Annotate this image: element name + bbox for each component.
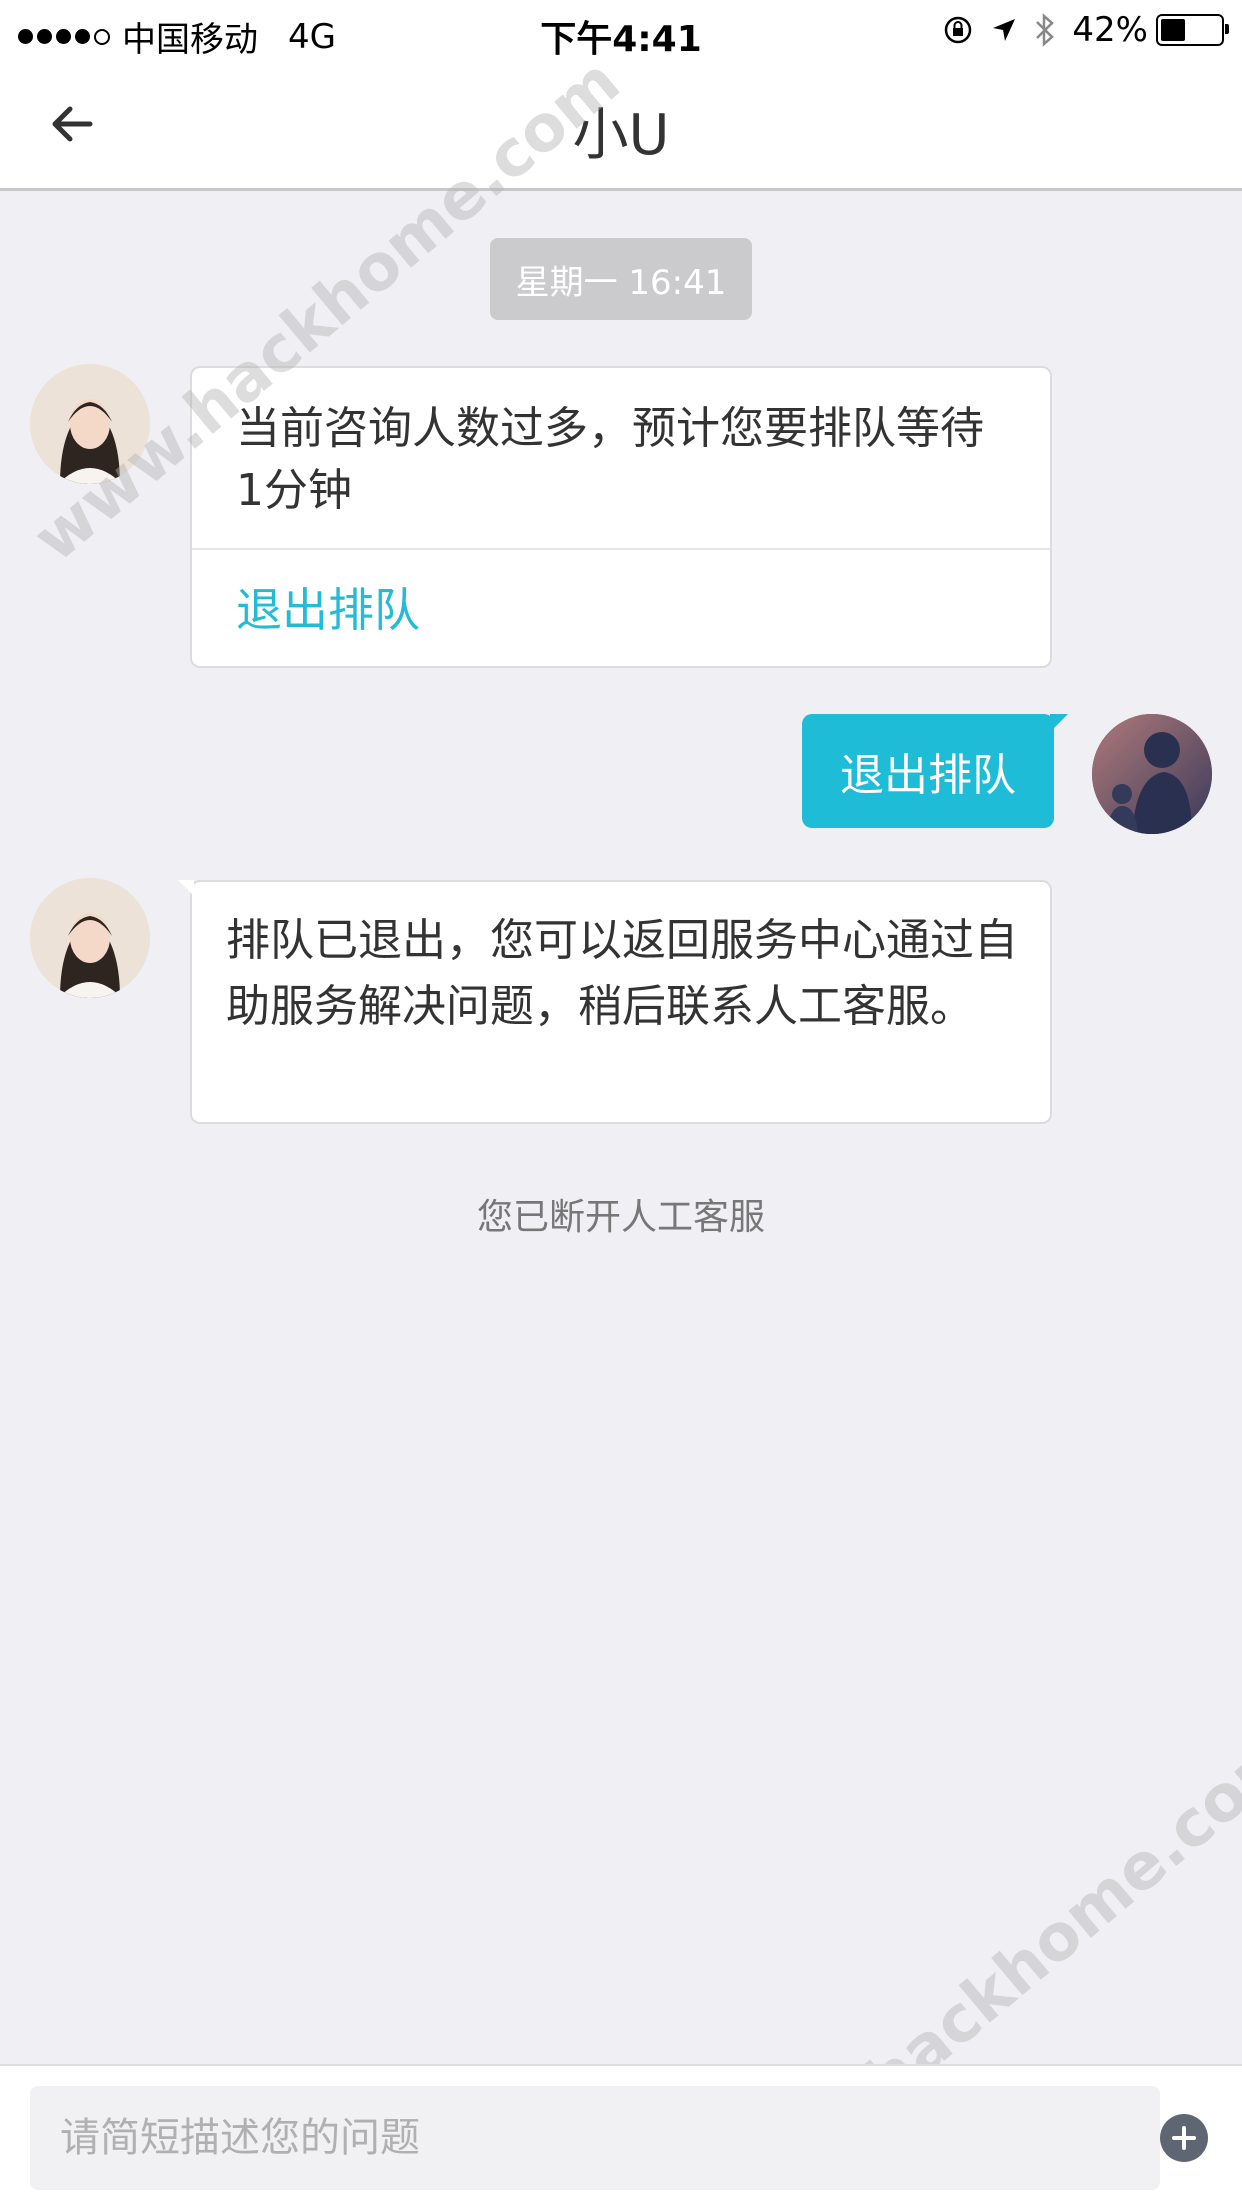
bluetooth-icon	[1034, 13, 1056, 47]
input-bar	[0, 2064, 1242, 2208]
orientation-lock-icon	[942, 14, 974, 46]
exit-queue-link[interactable]: 退出排队	[236, 574, 420, 640]
battery-percent: 42%	[1072, 10, 1148, 50]
agent-message-bubble: 当前咨询人数过多，预计您要排队等待1分钟 退出排队	[190, 366, 1052, 668]
page-title: 小U	[572, 103, 670, 168]
location-arrow-icon	[990, 16, 1018, 44]
user-avatar[interactable]	[1092, 714, 1212, 834]
navigation-bar: 小U	[0, 62, 1242, 191]
status-bar: 中国移动 4G 下午4:41 42%	[0, 0, 1242, 62]
bubble-divider	[192, 548, 1050, 550]
agent-avatar[interactable]	[30, 878, 150, 998]
system-notice: 您已断开人工客服	[476, 1197, 765, 1238]
chat-timestamp: 星期一 16:41	[490, 238, 752, 320]
agent-message-bubble: 排队已退出，您可以返回服务中心通过自助服务解决问题，稍后联系人工客服。	[178, 880, 1052, 1124]
user-message-bubble: 退出排队	[802, 714, 1068, 828]
agent-avatar[interactable]	[30, 364, 150, 484]
agent-message-text: 排队已退出，您可以返回服务中心通过自助服务解决问题，稍后联系人工客服。	[226, 915, 1018, 1032]
message-input[interactable]	[30, 2086, 1160, 2190]
agent-message-text: 当前咨询人数过多，预计您要排队等待1分钟	[236, 403, 984, 516]
battery-icon	[1156, 14, 1229, 46]
chat-screen: 中国移动 4G 下午4:41 42% 小U 星期一 16:41 当前咨询人数过多…	[0, 0, 1242, 2208]
status-right: 42%	[926, 10, 1229, 50]
add-attachment-button[interactable]	[1160, 2114, 1208, 2162]
plus-icon	[1172, 2126, 1196, 2150]
user-message-text: 退出排队	[840, 750, 1016, 801]
